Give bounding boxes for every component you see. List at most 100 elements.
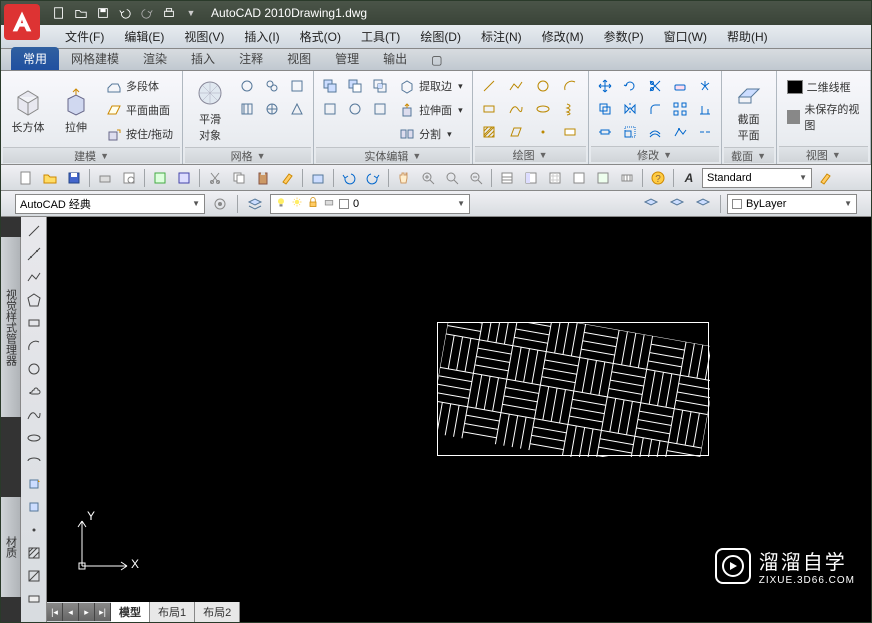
tb-3ddwf-icon[interactable] <box>173 168 195 188</box>
side-tab-visual-styles[interactable]: 视觉样式管理器 <box>1 237 21 417</box>
tb-text-icon[interactable]: A <box>678 168 700 188</box>
se5-icon[interactable] <box>343 98 367 120</box>
presspull-button[interactable]: 按住/拖动 <box>101 123 178 145</box>
tb-props-icon[interactable] <box>496 168 518 188</box>
spline-icon[interactable] <box>504 98 528 120</box>
tb-help-icon[interactable]: ? <box>647 168 669 188</box>
tab-view[interactable]: 视图 <box>275 47 323 70</box>
tb-plot-icon[interactable] <box>94 168 116 188</box>
tb-undo-icon[interactable] <box>338 168 360 188</box>
box-button[interactable]: 长方体 <box>5 75 51 145</box>
tab-mesh[interactable]: 网格建模 <box>59 47 131 70</box>
tp-polygon-icon[interactable] <box>24 290 44 310</box>
mesh-op4-icon[interactable] <box>235 98 259 120</box>
mesh-op2-icon[interactable] <box>260 75 284 97</box>
tb-copy-icon[interactable] <box>228 168 250 188</box>
layer-select[interactable]: 0 ▼ <box>270 194 470 214</box>
planesurf-button[interactable]: 平面曲面 <box>101 99 178 121</box>
tp-circle-icon[interactable] <box>24 359 44 379</box>
layout-tab-1[interactable]: 布局1 <box>150 602 195 622</box>
side-tab-materials[interactable]: 材质 <box>1 497 21 597</box>
fillet-icon[interactable] <box>643 98 667 120</box>
text-style-select[interactable]: Standard▼ <box>702 168 812 188</box>
separate-button[interactable]: 分割▾ <box>394 123 468 145</box>
tb-zoomwin-icon[interactable] <box>441 168 463 188</box>
polysolid-button[interactable]: 多段体 <box>101 75 178 97</box>
pedit-icon[interactable] <box>668 121 692 143</box>
se6-icon[interactable] <box>368 98 392 120</box>
layout-prev-icon[interactable]: ◂ <box>63 603 79 621</box>
qat-redo-icon[interactable] <box>137 4 157 22</box>
qat-plot-icon[interactable] <box>159 4 179 22</box>
sectionplane-button[interactable]: 截面 平面 <box>726 75 772 145</box>
tb-publish-icon[interactable] <box>149 168 171 188</box>
layout-last-icon[interactable]: ▸| <box>95 603 111 621</box>
chevron-down-icon[interactable]: ▼ <box>257 151 266 161</box>
color-select[interactable]: ByLayer▼ <box>727 194 857 214</box>
rotate-icon[interactable] <box>618 75 642 97</box>
menu-modify[interactable]: 修改(M) <box>532 25 594 48</box>
tab-render[interactable]: 渲染 <box>131 47 179 70</box>
layout-tab-2[interactable]: 布局2 <box>195 602 240 622</box>
point-icon[interactable] <box>531 121 555 143</box>
tab-insert[interactable]: 插入 <box>179 47 227 70</box>
menu-tools[interactable]: 工具(T) <box>351 25 410 48</box>
tp-ellipsearc-icon[interactable] <box>24 451 44 471</box>
tp-revcloud-icon[interactable] <box>24 382 44 402</box>
vs-2dwireframe[interactable]: 二维线框 <box>783 77 864 97</box>
line-icon[interactable] <box>477 75 501 97</box>
tab-manage[interactable]: 管理 <box>323 47 371 70</box>
tp-ellipse-icon[interactable] <box>24 428 44 448</box>
tp-xline-icon[interactable] <box>24 244 44 264</box>
tb-ssm-icon[interactable] <box>568 168 590 188</box>
chevron-down-icon[interactable]: ▼ <box>539 150 548 160</box>
app-menu-button[interactable] <box>4 4 40 40</box>
tb-tp-icon[interactable] <box>544 168 566 188</box>
extract-edges-button[interactable]: 提取边▾ <box>394 75 468 97</box>
mesh-op5-icon[interactable] <box>260 98 284 120</box>
qat-save-icon[interactable] <box>93 4 113 22</box>
menu-draw[interactable]: 绘图(D) <box>410 25 471 48</box>
layer-props-icon[interactable] <box>244 194 266 214</box>
extrude-face-button[interactable]: 拉伸面▾ <box>394 99 468 121</box>
mesh-op1-icon[interactable] <box>235 75 259 97</box>
tp-rect-icon[interactable] <box>24 313 44 333</box>
tp-arc-icon[interactable] <box>24 336 44 356</box>
tb-match-icon[interactable] <box>276 168 298 188</box>
chevron-down-icon[interactable]: ▼ <box>757 151 766 161</box>
union-icon[interactable] <box>318 75 342 97</box>
layer-prev-icon[interactable] <box>666 194 688 214</box>
menu-view[interactable]: 视图(V) <box>174 25 234 48</box>
qat-open-icon[interactable] <box>71 4 91 22</box>
qat-dropdown-icon[interactable]: ▼ <box>181 4 201 22</box>
tab-expand-icon[interactable]: ▢ <box>419 50 454 70</box>
menu-file[interactable]: 文件(F) <box>55 25 114 48</box>
tb-dc-icon[interactable] <box>520 168 542 188</box>
chevron-down-icon[interactable]: ▼ <box>100 151 109 161</box>
rectangle-icon[interactable] <box>477 98 501 120</box>
circle-icon[interactable] <box>531 75 555 97</box>
break-icon[interactable] <box>693 121 717 143</box>
region-icon[interactable] <box>504 121 528 143</box>
menu-window[interactable]: 窗口(W) <box>654 25 717 48</box>
menu-param[interactable]: 参数(P) <box>594 25 654 48</box>
tp-point-icon[interactable] <box>24 520 44 540</box>
offset-icon[interactable] <box>643 121 667 143</box>
menu-edit[interactable]: 编辑(E) <box>114 25 174 48</box>
mesh-op3-icon[interactable] <box>285 75 309 97</box>
scale-icon[interactable] <box>618 121 642 143</box>
copy-icon[interactable] <box>593 98 617 120</box>
tb-pan-icon[interactable] <box>393 168 415 188</box>
qat-undo-icon[interactable] <box>115 4 135 22</box>
layer-state-icon[interactable] <box>640 194 662 214</box>
chevron-down-icon[interactable]: ▼ <box>832 150 841 160</box>
tp-insert-icon[interactable] <box>24 474 44 494</box>
intersect-icon[interactable] <box>368 75 392 97</box>
chevron-down-icon[interactable]: ▼ <box>663 150 672 160</box>
tb-save-icon[interactable] <box>63 168 85 188</box>
tb-zoomrt-icon[interactable] <box>417 168 439 188</box>
mirror-icon[interactable] <box>618 98 642 120</box>
extrude-button[interactable]: 拉伸 <box>53 75 99 145</box>
layout-tab-model[interactable]: 模型 <box>111 602 150 622</box>
tb-redo-icon[interactable] <box>362 168 384 188</box>
